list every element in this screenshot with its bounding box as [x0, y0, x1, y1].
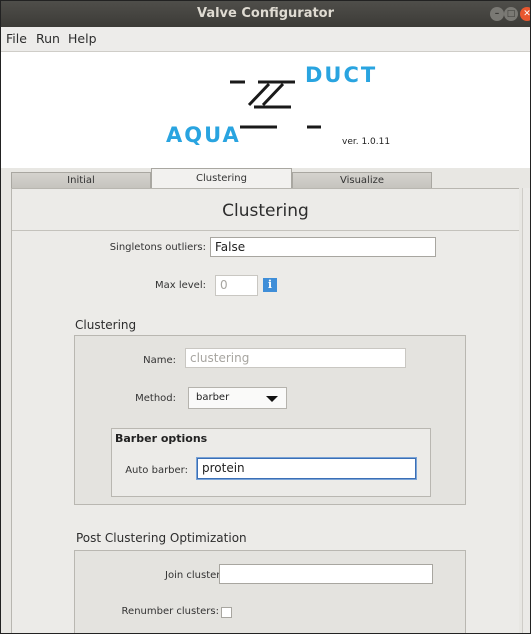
singletons-outliers-label: Singletons outliers:: [109, 242, 206, 253]
divider: [12, 230, 519, 231]
clustering-panel: Clustering Singletons outliers: False Ma…: [11, 188, 519, 633]
renumber-clusters-checkbox[interactable]: [221, 607, 232, 618]
tab-bar: Initial Clustering Visualize: [1, 168, 530, 188]
banner: AQUA DUCT ver. 1.0.11: [1, 52, 530, 168]
tab-label: Visualize: [339, 175, 385, 186]
menu-help[interactable]: Help: [68, 27, 97, 51]
application-window: Valve Configurator – □ ✕ File Run Help A…: [0, 0, 531, 634]
version-label: ver. 1.0.11: [342, 137, 391, 147]
tab-visualize[interactable]: Visualize: [292, 172, 432, 188]
menu-run[interactable]: Run: [36, 27, 60, 51]
close-icon[interactable]: ✕: [520, 7, 530, 21]
minimize-icon[interactable]: –: [490, 7, 504, 21]
join-clusters-input[interactable]: [219, 564, 433, 584]
tab-initial[interactable]: Initial: [11, 172, 151, 188]
method-value: barber: [196, 392, 230, 403]
max-level-input[interactable]: 0: [215, 275, 258, 296]
title-bar[interactable]: Valve Configurator – □ ✕: [1, 1, 530, 27]
aquaduct-logo: AQUA DUCT: [166, 63, 377, 147]
join-clusters-label: Join clusters:: [165, 570, 229, 581]
auto-barber-label: Auto barber:: [125, 465, 188, 476]
name-input[interactable]: clustering: [185, 348, 406, 368]
method-select[interactable]: barber: [188, 387, 287, 409]
auto-barber-input[interactable]: protein: [197, 458, 416, 479]
max-level-label: Max level:: [154, 280, 206, 291]
name-label: Name:: [143, 355, 176, 366]
tab-label: Initial: [67, 175, 95, 186]
clustering-group: Name: clustering Method: barber Barber o…: [74, 335, 466, 505]
method-label: Method:: [135, 393, 176, 404]
maximize-icon[interactable]: □: [504, 7, 518, 21]
scrollbar[interactable]: [522, 188, 530, 633]
clustering-section-title: Clustering: [75, 318, 137, 332]
barber-options-title: Barber options: [115, 432, 208, 445]
barber-options-group: Barber options Auto barber: protein: [111, 428, 431, 497]
logo-text-aqua: AQUA: [166, 123, 241, 147]
menu-bar: File Run Help: [1, 27, 530, 52]
tab-clustering[interactable]: Clustering: [151, 168, 292, 188]
chevron-down-icon: [266, 396, 278, 402]
logo-pipe-icon: [230, 80, 321, 129]
renumber-clusters-label: Renumber clusters:: [121, 606, 219, 617]
page-title: Clustering: [222, 201, 309, 221]
menu-file[interactable]: File: [6, 27, 27, 51]
post-clustering-group: Join clusters: Renumber clusters:: [74, 550, 466, 633]
logo-text-duct: DUCT: [305, 63, 377, 87]
info-icon[interactable]: i: [263, 278, 277, 292]
window-title: Valve Configurator: [196, 6, 335, 21]
post-clustering-section-title: Post Clustering Optimization: [76, 531, 247, 545]
tab-label: Clustering: [196, 173, 247, 184]
singletons-outliers-input[interactable]: False: [210, 237, 436, 257]
